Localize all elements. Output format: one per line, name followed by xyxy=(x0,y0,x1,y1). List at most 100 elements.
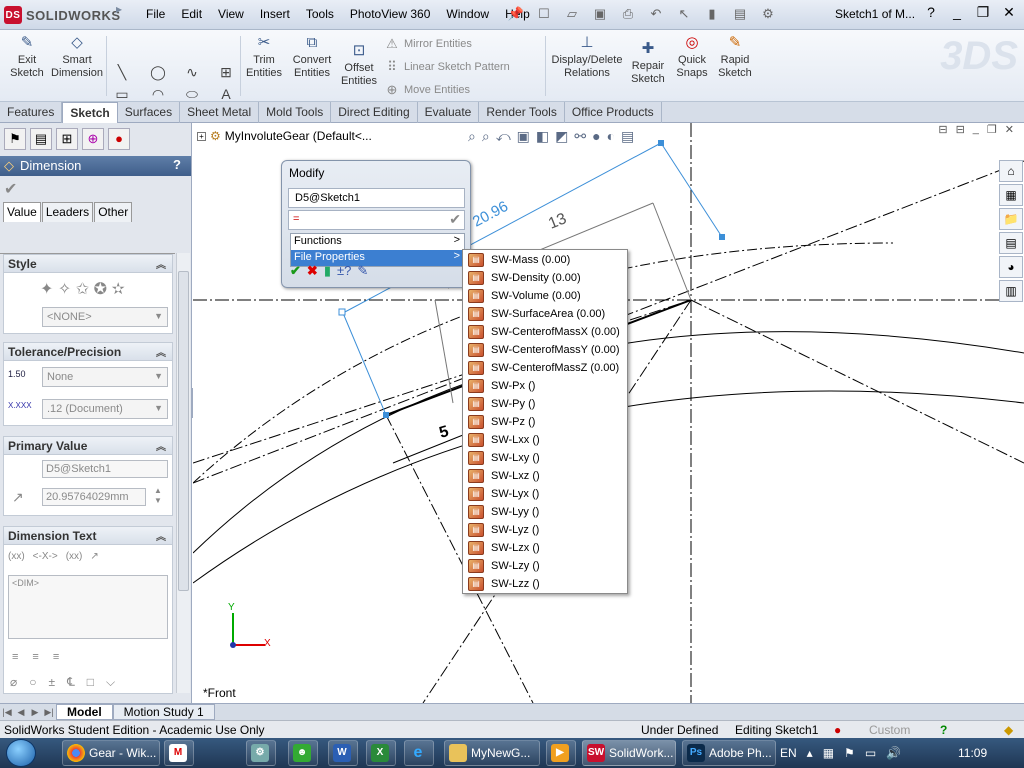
file-property-item[interactable]: ▤ SW-Lzy () xyxy=(463,557,627,575)
custom-properties-icon[interactable]: ▥ xyxy=(999,280,1023,302)
mirror-entities-button[interactable]: ⚠ Mirror Entities xyxy=(384,36,472,52)
print-icon[interactable]: ⎙ xyxy=(617,6,639,22)
restore-icon[interactable]: ❐ xyxy=(974,4,992,21)
appearances-icon[interactable]: ◕ xyxy=(999,256,1023,278)
menu-window[interactable]: Window xyxy=(438,7,497,21)
last-tab-icon[interactable]: ▶| xyxy=(42,707,56,718)
collapse-icon[interactable]: ︽ xyxy=(156,438,166,453)
display-style-icon[interactable]: ◩ xyxy=(555,128,568,145)
square-icon[interactable]: □ xyxy=(87,675,94,690)
apply-scene-icon[interactable]: ◐ xyxy=(607,128,615,145)
status-help-button[interactable]: ? xyxy=(940,723,947,737)
modify-name-field[interactable]: D5@Sketch1 xyxy=(288,188,465,208)
file-property-item[interactable]: ▤ SW-SurfaceArea (0.00) xyxy=(463,305,627,323)
taskbar-photoshop[interactable]: Ps Adobe Ph... xyxy=(682,740,776,766)
menu-item-functions[interactable]: Functions > xyxy=(291,234,464,250)
linear-sketch-pattern-button[interactable]: ⠿ Linear Sketch Pattern xyxy=(384,59,510,75)
pin-icon[interactable]: 📌 xyxy=(505,6,527,22)
file-property-item[interactable]: ▤ SW-CenterofMassY (0.00) xyxy=(463,341,627,359)
previous-view-icon[interactable]: ⤺ xyxy=(496,128,511,145)
spline-icon[interactable]: ∿ xyxy=(182,64,202,82)
tab-model[interactable]: Model xyxy=(56,704,113,720)
taskbar-solidworks[interactable]: SW SolidWork... xyxy=(582,740,676,766)
pm-ok-button[interactable]: ✔ xyxy=(0,176,191,202)
section-view-icon[interactable]: ▣ xyxy=(517,128,530,145)
style-dropdown[interactable]: <NONE> ▼ xyxy=(42,307,168,327)
volume-icon[interactable]: 🔊 xyxy=(886,746,901,760)
open-icon[interactable]: ▱ xyxy=(561,6,583,22)
tolerance-group-header[interactable]: Tolerance/Precision ︽ xyxy=(4,343,172,361)
expand-icon[interactable]: + xyxy=(197,131,206,141)
menu-photoview[interactable]: PhotoView 360 xyxy=(342,7,439,21)
token-parentheses[interactable]: (xx) xyxy=(8,551,25,562)
display-manager-icon[interactable]: ● xyxy=(108,128,130,150)
primary-value-header[interactable]: Primary Value ︽ xyxy=(4,437,172,455)
diameter-icon[interactable]: ⌀ xyxy=(10,675,17,690)
taskbar-folder[interactable]: MyNewG... xyxy=(444,740,540,766)
taskbar-chrome[interactable]: Gear - Wik... xyxy=(62,740,160,766)
language-indicator[interactable]: EN xyxy=(780,746,797,760)
tab-direct-editing[interactable]: Direct Editing xyxy=(331,102,418,123)
apply-default-style-icon[interactable]: ✦ xyxy=(40,281,53,298)
feature-manager-icon[interactable]: ⚑ xyxy=(4,128,26,150)
mark-driving-icon[interactable]: ✎ xyxy=(357,263,368,279)
collapse-icon[interactable]: ︽ xyxy=(156,344,166,359)
close-icon[interactable]: ✕ xyxy=(1000,4,1018,21)
tray-expand-icon[interactable]: ▴ xyxy=(807,746,813,760)
align-left-icon[interactable]: ≡ xyxy=(12,651,18,663)
ok-check-icon[interactable]: ✔ xyxy=(290,263,301,279)
taskbar-ie[interactable]: e xyxy=(404,740,434,766)
dimension-value-field[interactable]: 20.95764029mm xyxy=(42,488,146,506)
trim-entities-button[interactable]: ✂ Trim Entities xyxy=(244,34,284,80)
tab-motion-study[interactable]: Motion Study 1 xyxy=(112,704,215,720)
zoom-to-fit-icon[interactable]: ⌕ xyxy=(468,128,476,145)
scrollbar-thumb[interactable] xyxy=(178,271,189,591)
tab-render-tools[interactable]: Render Tools xyxy=(479,102,565,123)
feature-tree-flyout[interactable]: + ⚙ MyInvoluteGear (Default<... xyxy=(197,129,372,143)
property-manager-icon[interactable]: ▤ xyxy=(30,128,52,150)
file-property-item[interactable]: ▤ SW-Px () xyxy=(463,377,627,395)
style-group-header[interactable]: Style ︽ xyxy=(4,255,172,273)
taskbar-word[interactable]: W xyxy=(328,740,358,766)
file-property-item[interactable]: ▤ SW-Lyy () xyxy=(463,503,627,521)
repair-sketch-button[interactable]: ✚ Repair Sketch xyxy=(628,40,668,86)
precision-dropdown[interactable]: .12 (Document) ▼ xyxy=(42,399,168,419)
degree-icon[interactable]: ○ xyxy=(29,675,36,690)
design-library-icon[interactable]: ▦ xyxy=(999,184,1023,206)
edit-appearance-icon[interactable]: ● xyxy=(592,128,600,145)
next-tab-icon[interactable]: ▶ xyxy=(28,707,42,718)
menu-tools[interactable]: Tools xyxy=(298,7,342,21)
prev-tab-icon[interactable]: ◀ xyxy=(14,707,28,718)
file-property-item[interactable]: ▤ SW-Volume (0.00) xyxy=(463,287,627,305)
file-property-item[interactable]: ▤ SW-Mass (0.00) xyxy=(463,251,627,269)
line-icon[interactable]: ╲ xyxy=(112,64,132,82)
units-selector[interactable]: Custom xyxy=(869,723,910,737)
value-spinner[interactable]: ▲ ▼ xyxy=(154,486,162,506)
display-delete-relations-button[interactable]: ⊥ Display/Delete Relations xyxy=(550,34,624,80)
quick-snaps-button[interactable]: ◎ Quick Snaps xyxy=(674,34,710,80)
offset-entities-button[interactable]: ⊡ Offset Entities xyxy=(338,42,380,88)
centerline-icon[interactable]: ℄ xyxy=(67,675,75,690)
rebuild-indicator-icon[interactable]: ● xyxy=(834,723,841,737)
view-orientation-icon[interactable]: ◧ xyxy=(536,128,549,145)
file-property-item[interactable]: ▤ SW-Lxx () xyxy=(463,431,627,449)
menu-view[interactable]: View xyxy=(210,7,252,21)
file-properties-icon[interactable]: ▤ xyxy=(729,6,751,22)
configuration-manager-icon[interactable]: ⊞ xyxy=(56,128,78,150)
token-inspection[interactable]: (xx) xyxy=(66,551,83,562)
rebuild-icon[interactable]: ▮ xyxy=(701,6,723,22)
menu-insert[interactable]: Insert xyxy=(252,7,298,21)
tag-icon[interactable]: ◆ xyxy=(1004,723,1013,737)
rebuild-icon[interactable]: ▮ xyxy=(324,263,331,279)
file-property-item[interactable]: ▤ SW-Py () xyxy=(463,395,627,413)
options-icon[interactable]: ⚙ xyxy=(757,6,779,22)
delete-style-icon[interactable]: ✩ xyxy=(76,281,89,298)
view-settings-icon[interactable]: ▤ xyxy=(621,128,634,145)
taskbar-excel[interactable]: X xyxy=(366,740,396,766)
tab-evaluate[interactable]: Evaluate xyxy=(418,102,480,123)
zoom-to-area-icon[interactable]: ⌕ xyxy=(482,128,490,145)
add-style-icon[interactable]: ✧ xyxy=(58,281,71,298)
modify-expression-field[interactable]: = ✔ xyxy=(288,210,465,230)
dimension-text-area[interactable]: <DIM> xyxy=(8,575,168,639)
collapse-icon[interactable]: ︽ xyxy=(156,528,166,543)
